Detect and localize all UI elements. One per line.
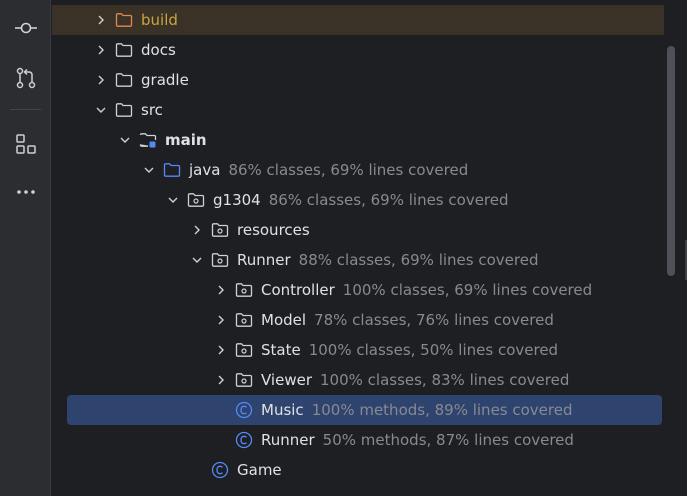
package-icon: [211, 221, 229, 239]
vertical-scrollbar[interactable]: [667, 46, 675, 276]
tree-row[interactable]: Runner 50% methods, 87% lines covered: [52, 425, 664, 455]
tree-row-label: Runner 50% methods, 87% lines covered: [261, 430, 574, 450]
coverage-stats: 100% methods, 89% lines covered: [311, 401, 573, 419]
node-name: src: [141, 101, 163, 119]
pull-request-icon[interactable]: [8, 60, 44, 96]
package-icon: [211, 251, 229, 269]
source-folder-icon: [163, 161, 181, 179]
left-tool-strip: [0, 0, 51, 496]
tree-row[interactable]: java 86% classes, 69% lines covered: [52, 155, 664, 185]
tree-row-label: Model 78% classes, 76% lines covered: [261, 310, 554, 330]
node-name: build: [141, 11, 178, 29]
package-icon: [187, 191, 205, 209]
tree-row[interactable]: Runner 88% classes, 69% lines covered: [52, 245, 664, 275]
chevron-down-icon[interactable]: [166, 193, 180, 207]
tree-row[interactable]: Controller 100% classes, 69% lines covere…: [52, 275, 664, 305]
coverage-stats: 86% classes, 69% lines covered: [228, 161, 469, 179]
tree-row-label: gradle: [141, 70, 189, 90]
chevron-down-icon[interactable]: [190, 253, 204, 267]
tree-row[interactable]: Viewer 100% classes, 83% lines covered: [52, 365, 664, 395]
node-name: java: [189, 161, 221, 179]
tree-row-label: resources: [237, 220, 310, 240]
coverage-stats: 100% classes, 50% lines covered: [308, 341, 559, 359]
chevron-right-icon[interactable]: [214, 343, 228, 357]
tree-row-label: Runner 88% classes, 69% lines covered: [237, 250, 538, 270]
module-folder-icon: [139, 131, 157, 149]
coverage-stats: 78% classes, 76% lines covered: [314, 311, 554, 329]
commit-icon[interactable]: [8, 10, 44, 46]
tree-row[interactable]: Music 100% methods, 89% lines covered: [67, 395, 662, 425]
node-name: main: [165, 131, 207, 149]
tree-row[interactable]: gradle: [52, 65, 664, 95]
node-name: Runner: [261, 431, 315, 449]
node-name: Controller: [261, 281, 335, 299]
package-icon: [235, 311, 253, 329]
node-name: Game: [237, 461, 282, 479]
node-name: gradle: [141, 71, 189, 89]
chevron-down-icon[interactable]: [118, 133, 132, 147]
node-name: g1304: [213, 191, 261, 209]
tree-row[interactable]: main: [52, 125, 664, 155]
folder-icon: [115, 41, 133, 59]
node-name: Model: [261, 311, 307, 329]
tree-row-label: Music 100% methods, 89% lines covered: [261, 400, 573, 420]
chevron-right-icon[interactable]: [214, 313, 228, 327]
node-name: docs: [141, 41, 176, 59]
chevron-right-icon[interactable]: [214, 283, 228, 297]
tree-row[interactable]: Game: [52, 455, 664, 485]
chevron-right-icon[interactable]: [94, 73, 108, 87]
tree-row-label: docs: [141, 40, 176, 60]
more-icon[interactable]: [8, 174, 44, 210]
node-name: resources: [237, 221, 310, 239]
tree-row-label: Controller 100% classes, 69% lines covere…: [261, 280, 592, 300]
tree-row-label: State 100% classes, 50% lines covered: [261, 340, 558, 360]
package-icon: [235, 281, 253, 299]
node-name: Music: [261, 401, 304, 419]
tree-row-label: main: [165, 130, 207, 150]
chevron-down-icon[interactable]: [94, 103, 108, 117]
chevron-down-icon[interactable]: [142, 163, 156, 177]
chevron-right-icon[interactable]: [94, 43, 108, 57]
tree-row-label: build: [141, 10, 178, 30]
node-name: State: [261, 341, 301, 359]
tree-row[interactable]: docs: [52, 35, 664, 65]
tree-row-label: g1304 86% classes, 69% lines covered: [213, 190, 509, 210]
node-name: Runner: [237, 251, 291, 269]
tree-row[interactable]: State 100% classes, 50% lines covered: [52, 335, 664, 365]
coverage-stats: 88% classes, 69% lines covered: [298, 251, 539, 269]
class-icon: [211, 461, 229, 479]
chevron-right-icon[interactable]: [190, 223, 204, 237]
tree-row[interactable]: Model 78% classes, 76% lines covered: [52, 305, 664, 335]
node-name: Viewer: [261, 371, 312, 389]
package-icon: [235, 371, 253, 389]
tree-row-label: Viewer 100% classes, 83% lines covered: [261, 370, 569, 390]
coverage-stats: 100% classes, 69% lines covered: [342, 281, 593, 299]
class-icon: [235, 401, 253, 419]
coverage-stats: 100% classes, 83% lines covered: [320, 371, 570, 389]
excluded-folder-icon: [115, 11, 133, 29]
chevron-right-icon[interactable]: [94, 13, 108, 27]
chevron-right-icon[interactable]: [214, 373, 228, 387]
project-tree[interactable]: build docs gradle src main java 86% classes, 6…: [52, 0, 687, 496]
coverage-stats: 50% methods, 87% lines covered: [322, 431, 574, 449]
tree-row[interactable]: build: [52, 5, 664, 35]
coverage-stats: 86% classes, 69% lines covered: [268, 191, 509, 209]
tree-row[interactable]: src: [52, 95, 664, 125]
structure-icon[interactable]: [8, 126, 44, 162]
tree-row-label: Game: [237, 460, 282, 480]
folder-icon: [115, 101, 133, 119]
folder-icon: [115, 71, 133, 89]
toolbar-separator: [10, 109, 41, 110]
tree-row-label: src: [141, 100, 163, 120]
tree-row[interactable]: g1304 86% classes, 69% lines covered: [52, 185, 664, 215]
package-icon: [235, 341, 253, 359]
tree-row-label: java 86% classes, 69% lines covered: [189, 160, 468, 180]
tree-row[interactable]: resources: [52, 215, 664, 245]
class-icon: [235, 431, 253, 449]
